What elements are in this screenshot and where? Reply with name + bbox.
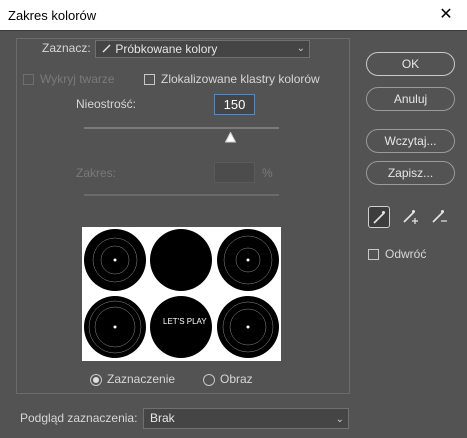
eyedropper-icon: [102, 41, 112, 57]
radio-selection-label: Zaznaczenie: [107, 372, 176, 386]
preview-image: LET'S PLAY: [84, 229, 279, 358]
ok-button[interactable]: OK: [366, 52, 455, 76]
fuzziness-slider-thumb[interactable]: [225, 132, 236, 143]
window-title: Zakres kolorów: [8, 8, 97, 23]
eyedropper-minus-icon[interactable]: [428, 206, 450, 228]
load-button[interactable]: Wczytaj...: [366, 129, 455, 153]
detect-faces-checkbox[interactable]: [23, 74, 34, 85]
radio-image[interactable]: [203, 374, 215, 386]
eyedropper-icon[interactable]: [368, 206, 390, 228]
preview-thumbnail[interactable]: LET'S PLAY: [82, 227, 281, 361]
detect-faces-label: Wykryj twarze: [40, 72, 115, 86]
select-label: Zaznacz:: [42, 41, 91, 55]
range-slider-track[interactable]: [84, 194, 279, 196]
preview-label: LET'S PLAY: [163, 317, 207, 326]
select-value: Próbkowane kolory: [115, 42, 218, 56]
chevron-down-icon: ⌄: [335, 414, 344, 425]
fuzziness-label: Nieostrość:: [76, 97, 137, 111]
preview-selection-value: Brak: [150, 411, 175, 425]
radio-selection[interactable]: [90, 374, 102, 386]
close-icon[interactable]: ✕: [435, 4, 457, 26]
preview-selection-label: Podgląd zaznaczenia:: [20, 411, 138, 425]
radio-image-label: Obraz: [220, 372, 253, 386]
range-label: Zakres:: [76, 166, 117, 180]
save-button[interactable]: Zapisz...: [366, 161, 455, 185]
dialog-body: Zaznacz: Próbkowane kolory ⌄ Wykryj twar…: [0, 31, 467, 438]
chevron-down-icon: ⌄: [296, 43, 305, 54]
range-unit: %: [262, 166, 273, 180]
localized-clusters-label: Zlokalizowane klastry kolorów: [161, 72, 320, 86]
select-dropdown[interactable]: Próbkowane kolory ⌄: [95, 40, 310, 58]
eyedropper-plus-icon[interactable]: [399, 206, 421, 228]
preview-selection-dropdown[interactable]: Brak ⌄: [143, 408, 349, 429]
range-input[interactable]: [214, 162, 255, 183]
localized-clusters-checkbox[interactable]: [144, 74, 155, 85]
reset-button[interactable]: Anuluj: [366, 87, 455, 111]
invert-checkbox[interactable]: [368, 249, 379, 260]
title-bar: Zakres kolorów ✕: [0, 0, 467, 31]
fuzziness-slider-track[interactable]: [84, 127, 279, 129]
fuzziness-input[interactable]: 150: [214, 94, 255, 115]
invert-label: Odwróć: [385, 247, 427, 261]
